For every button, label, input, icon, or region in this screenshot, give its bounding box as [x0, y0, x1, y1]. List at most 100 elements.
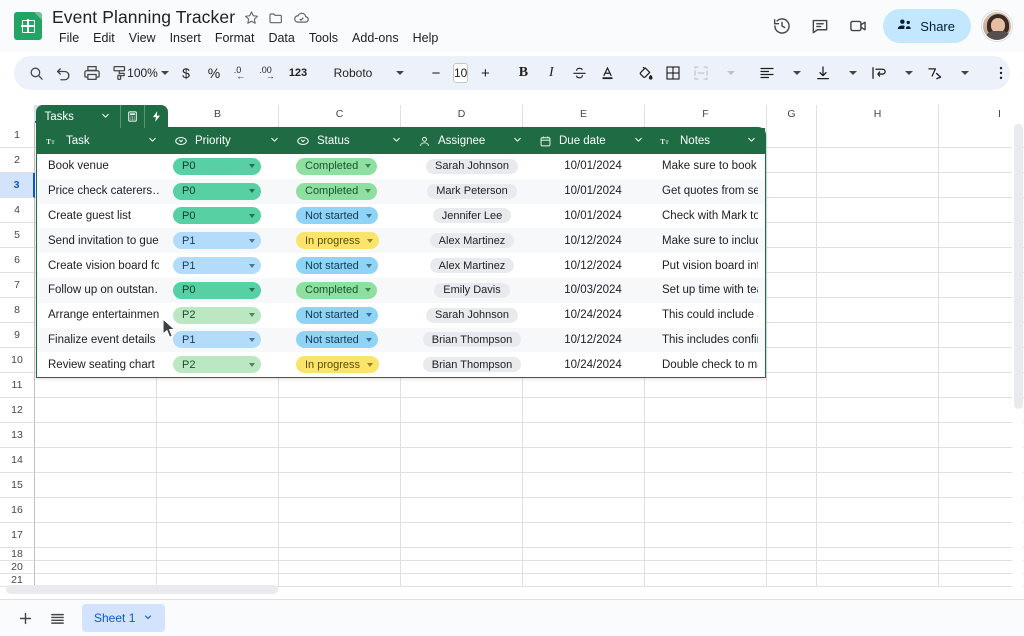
collapse-toolbar-icon[interactable] — [1015, 59, 1024, 87]
priority-chip[interactable]: P2 — [173, 356, 261, 374]
grid-cell-B18[interactable] — [157, 548, 279, 561]
grid-cell-F20[interactable] — [645, 561, 767, 574]
column-header-i[interactable]: I — [939, 105, 1024, 123]
grid-cell-H12[interactable] — [817, 398, 939, 423]
decrease-font-size-button[interactable]: − — [422, 59, 450, 87]
priority-chip[interactable]: P0 — [173, 157, 261, 175]
cell-task[interactable]: Review seating chart — [37, 352, 165, 377]
cloud-saved-icon[interactable] — [293, 9, 310, 26]
fill-color-icon[interactable] — [631, 59, 659, 87]
status-chip[interactable]: In progress — [296, 232, 380, 250]
cell-task[interactable]: Send invitation to gue… — [37, 228, 165, 253]
cell-notes[interactable]: Make sure to include… — [651, 228, 764, 253]
grid-cell-C15[interactable] — [279, 473, 401, 498]
grid-cell-G7[interactable] — [767, 273, 817, 298]
zoom-select[interactable]: 100% — [127, 59, 169, 87]
cell-priority[interactable]: P1 — [165, 228, 287, 253]
merge-cells-icon[interactable] — [687, 59, 715, 87]
cell-notes[interactable]: Check with Mark to s… — [651, 204, 764, 229]
grid-cell-G5[interactable] — [767, 223, 817, 248]
cell-priority[interactable]: P2 — [165, 352, 287, 377]
row-header-13[interactable]: 13 — [0, 423, 35, 448]
grid-cell-G17[interactable] — [767, 523, 817, 548]
row-header-18[interactable]: 18 — [0, 548, 35, 561]
grid-cell-B20[interactable] — [157, 561, 279, 574]
chevron-down-icon[interactable] — [633, 134, 644, 148]
table-row[interactable]: Arrange entertainment P2 Not started Sarah … — [37, 302, 765, 328]
sheets-logo-icon[interactable] — [14, 12, 42, 40]
status-chip[interactable]: Completed — [296, 281, 378, 299]
grid-cell-D17[interactable] — [401, 523, 523, 548]
grid-cell-G8[interactable] — [767, 298, 817, 323]
status-chip[interactable]: Not started — [296, 331, 378, 349]
table-row[interactable]: Book venue P0 Completed Sarah Johnson 10/01/… — [37, 154, 765, 179]
cell-status[interactable]: Completed — [287, 154, 409, 179]
grid-cell-H15[interactable] — [817, 473, 939, 498]
cell-priority[interactable]: P0 — [165, 204, 287, 229]
text-wrap-icon[interactable] — [865, 59, 893, 87]
star-icon[interactable] — [244, 10, 259, 25]
vertical-align-icon[interactable] — [809, 59, 837, 87]
grid-cell-C13[interactable] — [279, 423, 401, 448]
cell-notes[interactable]: Get quotes from seve… — [651, 179, 764, 204]
cell-assignee[interactable]: Brian Thompson — [409, 328, 530, 353]
strikethrough-icon[interactable] — [565, 59, 593, 87]
grid-cell-G2[interactable] — [767, 148, 817, 173]
column-header-h[interactable]: H — [817, 105, 939, 123]
cell-notes[interactable]: This includes confirm… — [651, 328, 764, 353]
column-header-f[interactable]: F — [645, 105, 767, 123]
row-header-12[interactable]: 12 — [0, 398, 35, 423]
font-size-input[interactable]: 10 — [453, 63, 469, 83]
horizontal-align-caret[interactable] — [781, 59, 809, 87]
chevron-down-icon[interactable] — [269, 134, 280, 148]
grid-cell-F21[interactable] — [645, 574, 767, 587]
grid-cell-D12[interactable] — [401, 398, 523, 423]
grid-cell-F13[interactable] — [645, 423, 767, 448]
grid-cell-A15[interactable] — [35, 473, 157, 498]
grid-cell-G9[interactable] — [767, 323, 817, 348]
cell-status[interactable]: Completed — [287, 278, 409, 303]
text-wrap-caret[interactable] — [893, 59, 921, 87]
table-column-header-priority[interactable]: Priority — [165, 128, 287, 154]
row-header-1[interactable]: 1 — [0, 123, 35, 148]
cell-assignee[interactable]: Brian Thompson — [409, 352, 530, 377]
menu-item-edit[interactable]: Edit — [86, 29, 122, 47]
grid-cell-E18[interactable] — [523, 548, 645, 561]
status-chip[interactable]: Not started — [296, 207, 378, 225]
grid-cell-G16[interactable] — [767, 498, 817, 523]
grid-cell-H4[interactable] — [817, 198, 939, 223]
grid-cell-G3[interactable] — [767, 173, 817, 198]
calculator-icon[interactable] — [119, 105, 144, 128]
cell-due-date[interactable]: 10/12/2024 — [530, 253, 651, 278]
font-family-select[interactable]: Roboto — [322, 59, 384, 87]
cell-due-date[interactable]: 10/01/2024 — [530, 179, 651, 204]
cell-priority[interactable]: P1 — [165, 328, 287, 353]
grid-cell-E20[interactable] — [523, 561, 645, 574]
grid-cell-C17[interactable] — [279, 523, 401, 548]
column-header-d[interactable]: D — [401, 105, 523, 123]
cell-task[interactable]: Finalize event details — [37, 328, 165, 353]
text-rotation-icon[interactable] — [921, 59, 949, 87]
chevron-down-icon[interactable] — [100, 110, 111, 124]
search-icon[interactable] — [22, 59, 50, 87]
currency-format-button[interactable]: $ — [172, 59, 200, 87]
grid-cell-B17[interactable] — [157, 523, 279, 548]
grid-cell-H16[interactable] — [817, 498, 939, 523]
grid-cell-D15[interactable] — [401, 473, 523, 498]
table-row[interactable]: Create guest list P0 Not started Jennifer L… — [37, 203, 765, 229]
folder-icon[interactable] — [268, 10, 284, 26]
status-chip[interactable]: Not started — [296, 257, 378, 275]
grid-cell-H20[interactable] — [817, 561, 939, 574]
cell-notes[interactable]: Put vision board into… — [651, 253, 764, 278]
grid-cell-B12[interactable] — [157, 398, 279, 423]
cell-assignee[interactable]: Mark Peterson — [409, 179, 530, 204]
page-title[interactable]: Event Planning Tracker — [52, 7, 235, 28]
grid-cell-H5[interactable] — [817, 223, 939, 248]
table-column-header-due-date[interactable]: Due date — [530, 128, 651, 154]
menu-item-add-ons[interactable]: Add-ons — [345, 29, 406, 47]
row-header-15[interactable]: 15 — [0, 473, 35, 498]
cell-task[interactable]: Arrange entertainment — [37, 303, 165, 328]
row-header-2[interactable]: 2 — [0, 148, 35, 173]
grid-cell-G20[interactable] — [767, 561, 817, 574]
grid-cell-A16[interactable] — [35, 498, 157, 523]
